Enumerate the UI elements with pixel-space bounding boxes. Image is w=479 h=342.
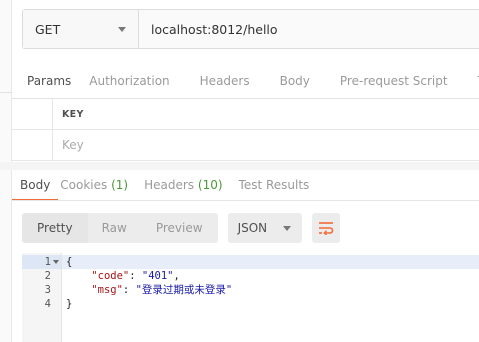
tab-headers-label: Headers [144, 178, 195, 192]
json-key: "code" [91, 270, 130, 282]
tab-headers[interactable]: Headers [200, 68, 250, 94]
line-number: 3 [44, 284, 51, 296]
json-value: "401" [141, 270, 174, 282]
fold-arrow-icon[interactable] [53, 260, 59, 264]
chevron-down-icon [282, 225, 291, 231]
tab-cookies[interactable]: Cookies (1) [60, 178, 128, 192]
section-divider [0, 162, 479, 170]
code-line: { [62, 255, 479, 269]
left-sidebar-rail [0, 0, 12, 342]
method-label: GET [35, 21, 61, 37]
code-lines: { "code": "401", "msg": "登录过期或未登录" } [62, 253, 479, 342]
line-number: 4 [44, 298, 51, 310]
url-input[interactable] [139, 10, 479, 48]
response-body-editor[interactable]: 1 2 3 4 { "code": "401", "msg": "登录过期或未登… [22, 253, 479, 342]
chevron-down-icon [118, 26, 126, 32]
response-tabs-divider [12, 200, 479, 201]
wrap-lines-button[interactable] [311, 213, 340, 243]
params-header-row: KEY [12, 99, 479, 130]
line-number: 2 [44, 270, 51, 282]
wrap-lines-icon [318, 222, 333, 235]
pretty-button[interactable]: Pretty [22, 213, 88, 243]
sidebar-divider [0, 92, 12, 93]
format-label: JSON [237, 221, 268, 235]
cookies-count-badge: (1) [111, 178, 129, 192]
request-bar: GET [22, 9, 479, 49]
tab-authorization[interactable]: Authorization [89, 68, 169, 94]
params-table: KEY [12, 99, 479, 161]
headers-count-badge: (10) [197, 178, 223, 192]
row-checkbox[interactable] [12, 130, 53, 160]
view-mode-group: Pretty Raw Preview [22, 213, 218, 243]
key-column-header: KEY [62, 108, 84, 120]
code-line: } [66, 298, 73, 310]
request-tabs: Params Authorization Headers Body Pre-re… [12, 64, 479, 98]
tab-test-results[interactable]: Test Results [239, 178, 310, 192]
tab-response-headers[interactable]: Headers (10) [144, 178, 222, 192]
response-tabs: Body Cookies (1) Headers (10) Test Resul… [11, 170, 479, 201]
method-select[interactable]: GET [23, 10, 139, 48]
raw-button[interactable]: Raw [87, 213, 141, 243]
tab-pre-request-script[interactable]: Pre-request Script [340, 68, 448, 94]
line-number-gutter: 1 2 3 4 [22, 253, 62, 342]
response-toolbar: Pretty Raw Preview JSON [22, 213, 340, 243]
tab-params[interactable]: Params [27, 68, 71, 94]
json-key: "msg" [91, 284, 123, 296]
checkbox-column [12, 99, 53, 129]
format-select[interactable]: JSON [227, 213, 302, 243]
key-input[interactable] [62, 138, 479, 152]
code-line: "msg": "登录过期或未登录" [91, 284, 233, 296]
tab-response-body[interactable]: Body [11, 178, 59, 201]
tab-cookies-label: Cookies [60, 178, 108, 192]
tab-body[interactable]: Body [280, 68, 310, 94]
params-row [12, 130, 479, 161]
line-number: 1 [22, 255, 61, 269]
json-value: "登录过期或未登录" [135, 284, 233, 296]
code-line: "code": "401", [91, 270, 180, 282]
preview-button[interactable]: Preview [140, 213, 218, 243]
